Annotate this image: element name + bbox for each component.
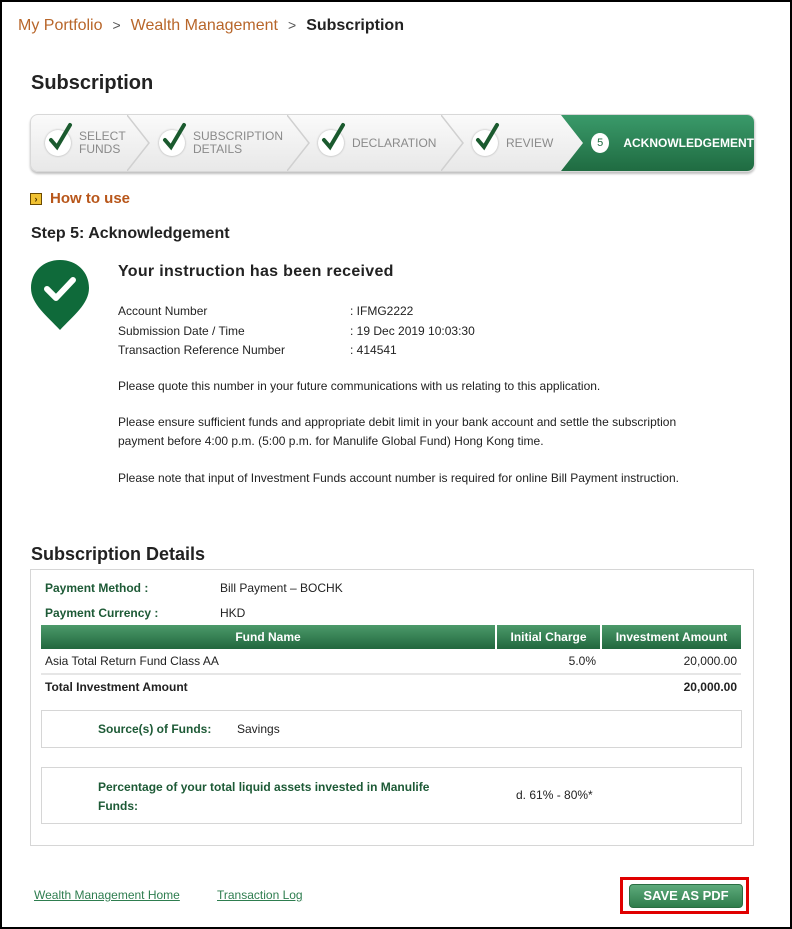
step-acknowledgement: 5 ACKNOWLEDGEMENT: [561, 115, 754, 171]
breadcrumb-wealth-management[interactable]: Wealth Management: [131, 17, 278, 34]
payment-currency-label: Payment Currency :: [45, 606, 159, 620]
subscription-details-title: Subscription Details: [31, 544, 206, 564]
cell-investment-amount: 20,000.00: [601, 649, 741, 675]
check-pin-icon: [31, 260, 89, 330]
breadcrumb-separator: >: [288, 17, 297, 33]
checkmark-icon: [45, 123, 72, 156]
total-amount: 20,000.00: [683, 680, 737, 694]
col-investment-amount: Investment Amount: [601, 625, 741, 649]
info-label: Submission Date / Time: [118, 323, 245, 338]
total-label: Total Investment Amount: [41, 674, 497, 699]
source-of-funds-label: Source(s) of Funds:: [98, 722, 212, 736]
step-label: REVIEW: [506, 135, 554, 150]
info-label: Transaction Reference Number: [118, 343, 285, 357]
total-empty-cell: [496, 674, 602, 699]
note-quote-number: Please quote this number in your future …: [118, 379, 601, 393]
note-bill-payment: Please note that input of Investment Fun…: [118, 471, 679, 485]
funds-table: Fund Name Initial Charge Investment Amou…: [41, 625, 741, 699]
how-to-use[interactable]: › How to use: [30, 190, 130, 207]
info-row-submission-time: Submission Date / Time : 19 Dec 2019 10:…: [118, 324, 475, 344]
page-title: Subscription: [31, 72, 154, 94]
payment-method-row: Payment Method : Bill Payment – BOCHK: [45, 581, 343, 595]
step-select-funds: SELECT FUNDS: [45, 115, 126, 171]
wealth-management-home-link[interactable]: Wealth Management Home: [34, 888, 180, 902]
subscription-details-panel: Payment Method : Bill Payment – BOCHK Pa…: [30, 569, 754, 846]
payment-currency-value: HKD: [220, 606, 246, 620]
info-value: : IFMG2222: [350, 304, 414, 318]
liquid-assets-value: d. 61% - 80%*: [516, 788, 593, 802]
step-label: SELECT FUNDS: [79, 129, 126, 156]
confirmation-title: Your instruction has been received: [118, 263, 394, 280]
col-fund-name: Fund Name: [41, 625, 497, 649]
liquid-assets-box: Percentage of your total liquid assets i…: [41, 767, 742, 824]
step-declaration: DECLARATION: [318, 115, 436, 171]
transaction-log-link[interactable]: Transaction Log: [217, 888, 303, 902]
info-row-reference-number: Transaction Reference Number : 414541: [118, 343, 475, 363]
payment-method-label: Payment Method :: [45, 581, 149, 595]
breadcrumb: My Portfolio > Wealth Management > Subscript…: [18, 17, 404, 35]
how-to-use-link[interactable]: How to use: [50, 190, 130, 207]
step-divider: [287, 115, 310, 171]
step-divider: [441, 115, 464, 171]
source-of-funds-box: Source(s) of Funds: Savings: [41, 710, 742, 748]
step-label: ACKNOWLEDGEMENT: [623, 136, 754, 150]
breadcrumb-my-portfolio[interactable]: My Portfolio: [18, 17, 102, 34]
step-label: SUBSCRIPTION DETAILS: [193, 129, 284, 156]
step-review: REVIEW: [472, 115, 553, 171]
checkmark-icon: [472, 123, 499, 156]
payment-currency-row: Payment Currency : HKD: [45, 606, 245, 620]
step-divider: [127, 115, 150, 171]
step-number-badge: 5: [591, 133, 610, 153]
breadcrumb-separator: >: [112, 17, 121, 33]
info-value: : 19 Dec 2019 10:03:30: [350, 323, 475, 338]
save-as-pdf-button[interactable]: SAVE AS PDF: [629, 884, 743, 908]
source-of-funds-value: Savings: [237, 722, 280, 736]
cell-initial-charge: 5.0%: [496, 649, 602, 675]
confirmation-info: Account Number : IFMG2222 Submission Dat…: [118, 304, 475, 363]
table-total-row: Total Investment Amount 20,000.00: [41, 674, 741, 699]
arrow-box-icon: ›: [30, 192, 42, 205]
col-initial-charge: Initial Charge: [496, 625, 602, 649]
info-label: Account Number: [118, 304, 208, 318]
info-row-account-number: Account Number : IFMG2222: [118, 304, 475, 324]
step-subscription-details: SUBSCRIPTION DETAILS: [159, 115, 283, 171]
progress-stepper: SELECT FUNDS SUBSCRIPTION DETAILS DECLARAT…: [30, 114, 755, 172]
payment-method-value: Bill Payment – BOCHK: [220, 581, 343, 595]
table-row: Asia Total Return Fund Class AA 5.0% 20,…: [41, 649, 741, 675]
cell-fund-name: Asia Total Return Fund Class AA: [41, 649, 497, 675]
step-heading: Step 5: Acknowledgement: [31, 225, 230, 242]
note-sufficient-funds: Please ensure sufficient funds and appro…: [118, 415, 677, 448]
liquid-assets-label: Percentage of your total liquid assets i…: [98, 780, 430, 813]
info-value: : 414541: [350, 343, 397, 357]
checkmark-icon: [159, 123, 186, 156]
step-label: DECLARATION: [352, 135, 437, 150]
checkmark-icon: [318, 123, 345, 156]
table-header-row: Fund Name Initial Charge Investment Amou…: [41, 625, 741, 649]
breadcrumb-current: Subscription: [306, 17, 404, 34]
